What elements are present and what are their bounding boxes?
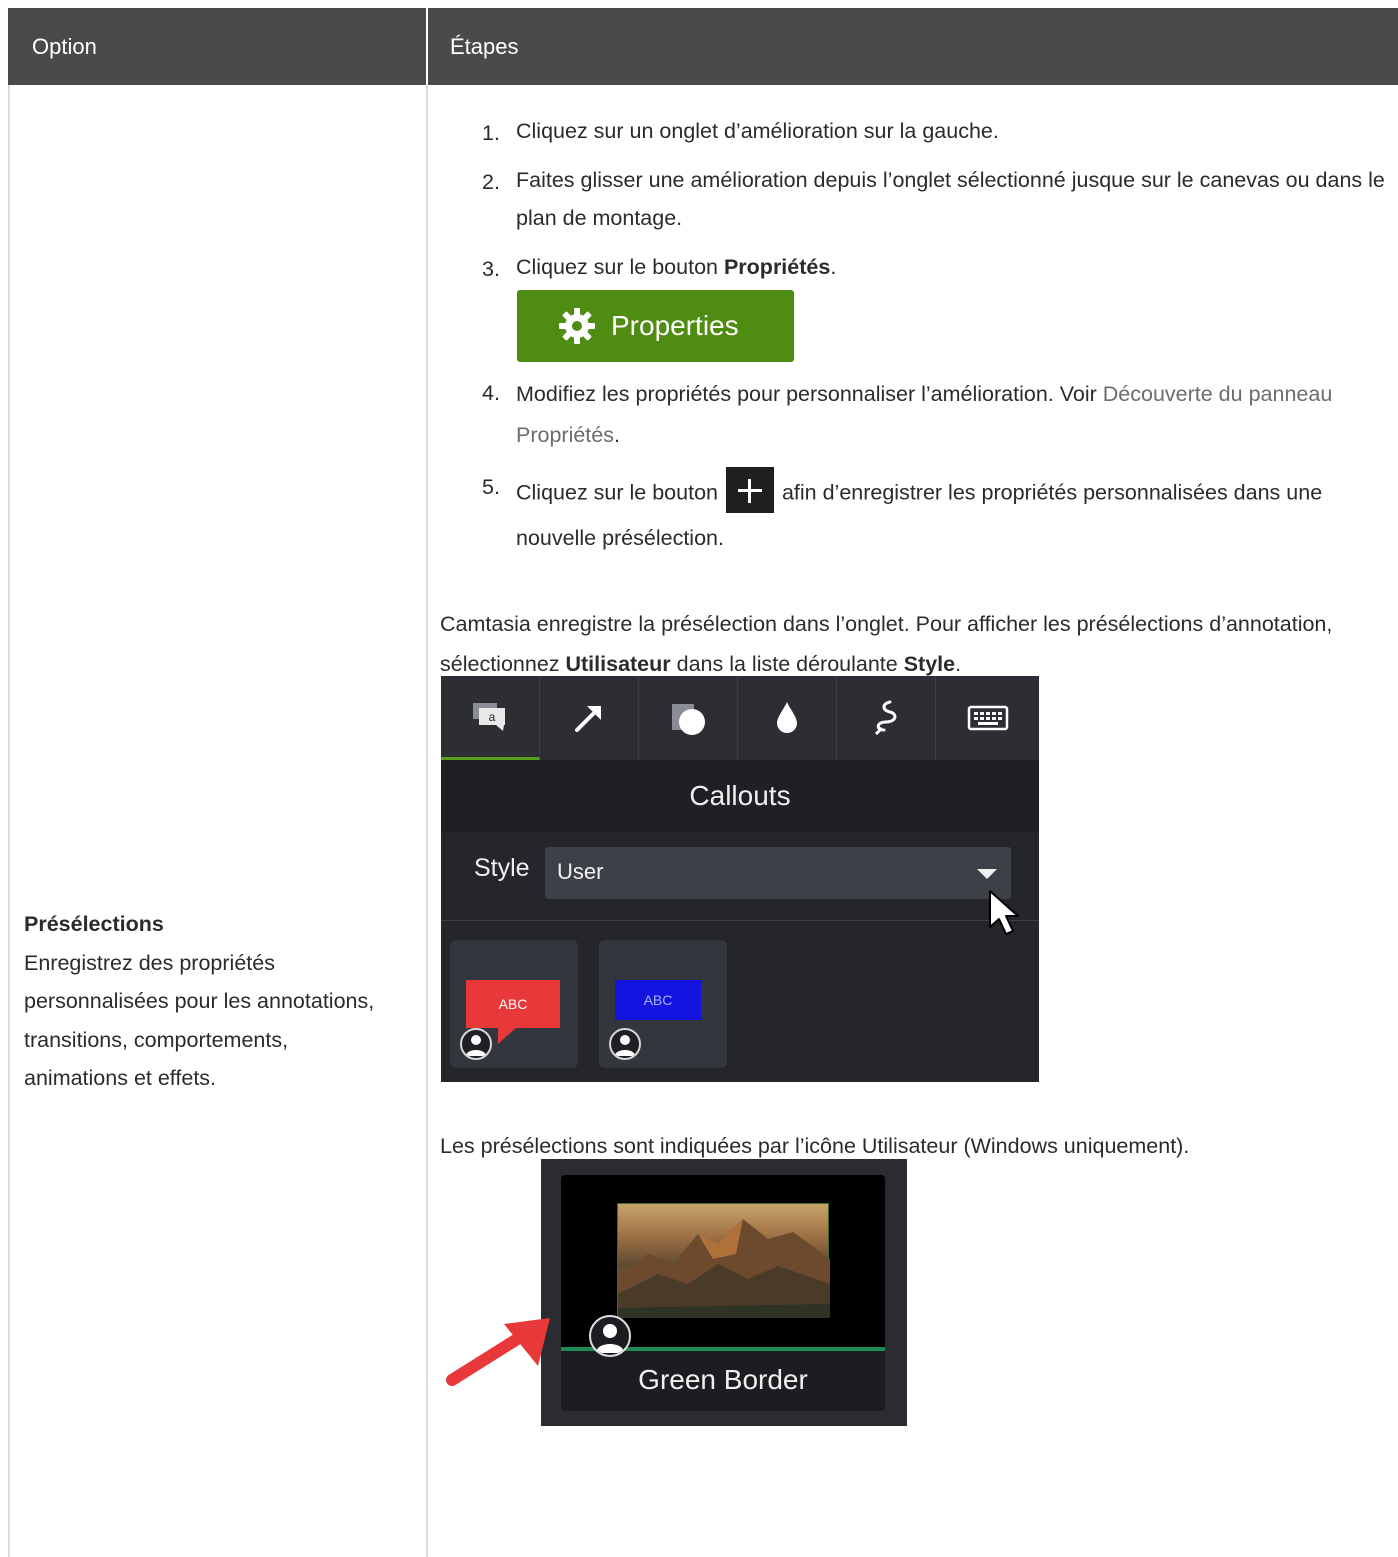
step-text: Cliquez sur le bouton Propriétés.	[516, 248, 1386, 286]
svg-text:a: a	[489, 710, 496, 724]
gear-icon	[559, 308, 595, 344]
table-header: Option Étapes	[8, 8, 1398, 85]
step-number: 2.	[482, 170, 500, 194]
step-text: Faites glisser une amélioration depuis l…	[516, 168, 1385, 230]
step-number: 3.	[482, 257, 500, 281]
step-number: 1.	[482, 121, 500, 145]
preset-thumbnail-red[interactable]: ABC	[450, 940, 578, 1068]
style-bold: Style	[903, 652, 956, 676]
blur-icon	[777, 702, 797, 733]
keyboard-icon	[967, 705, 1008, 731]
user-icon	[589, 1315, 631, 1357]
preset-card: Green Border	[561, 1175, 885, 1411]
paragraph-text: .	[955, 652, 962, 676]
preset-label: Green Border	[638, 1364, 808, 1395]
step-text-part: .	[830, 255, 837, 279]
user-bold: Utilisateur	[565, 652, 671, 676]
style-dropdown-value: User	[557, 859, 604, 884]
green-border-preset[interactable]: Green Border	[541, 1159, 907, 1426]
column-border-middle	[426, 85, 428, 1557]
sketch-icon	[874, 700, 897, 736]
step-text: Cliquez sur un onglet d’amélioration sur…	[516, 119, 999, 143]
column-border-left	[8, 85, 10, 1557]
tab-keystrokes[interactable]	[936, 676, 1039, 760]
style-label: Style	[474, 854, 530, 882]
header-steps: Étapes	[450, 34, 519, 59]
divider	[441, 920, 1039, 921]
properties-bold: Propriétés	[723, 255, 831, 279]
landscape-image	[617, 1203, 830, 1318]
callout-tail	[489, 1026, 519, 1044]
header-option: Option	[32, 34, 97, 59]
properties-button-label: Properties	[611, 310, 739, 341]
paragraph-text: dans la liste déroulante	[670, 652, 904, 676]
preset-thumbnail-blue[interactable]: ABC	[599, 940, 727, 1068]
properties-button[interactable]: Properties	[517, 290, 794, 362]
user-icon	[460, 1028, 492, 1060]
add-preset-icon[interactable]	[725, 467, 774, 513]
step-number: 4.	[482, 381, 500, 405]
callout-preview: ABC	[466, 980, 560, 1028]
step-text: Modifiez les propriétés pour personnalis…	[516, 374, 1386, 456]
step-text-part: .	[614, 423, 620, 447]
step-text-part: Cliquez sur le bouton	[516, 480, 724, 505]
tab-blur[interactable]	[738, 676, 837, 760]
callout-preview: ABC	[615, 980, 701, 1020]
style-dropdown[interactable]: User	[545, 847, 1011, 899]
tab-arrows[interactable]	[540, 676, 639, 760]
user-icon	[609, 1028, 641, 1060]
option-cell: Présélections Enregistrez des propriétés…	[24, 905, 384, 1098]
tab-bar: a	[441, 676, 1039, 760]
arrow-icon	[575, 706, 601, 732]
panel-title: Callouts	[441, 760, 1039, 832]
option-description: Enregistrez des propriétés personnalisée…	[24, 950, 375, 1091]
step-text-part: Modifiez les propriétés pour personnalis…	[516, 382, 1103, 406]
shape-icon	[672, 704, 705, 735]
paragraph-style-instructions: Camtasia enregistre la présélection dans…	[440, 604, 1390, 684]
option-title: Présélections	[24, 912, 164, 936]
callouts-panel: a Callouts Style User ABC ABC	[441, 676, 1039, 1082]
callout-icon: a	[473, 702, 505, 731]
step-text-part: Cliquez sur le bouton	[516, 255, 724, 279]
tab-callouts[interactable]: a	[441, 676, 540, 760]
tab-sketch[interactable]	[837, 676, 936, 760]
red-arrow-icon	[446, 1318, 550, 1386]
mouse-cursor-icon	[989, 890, 1019, 935]
step-text: Cliquez sur le bouton afin d’enregistrer…	[516, 467, 1386, 560]
tab-shapes[interactable]	[639, 676, 738, 760]
step-number: 5.	[482, 475, 500, 499]
chevron-down-icon	[977, 869, 997, 879]
